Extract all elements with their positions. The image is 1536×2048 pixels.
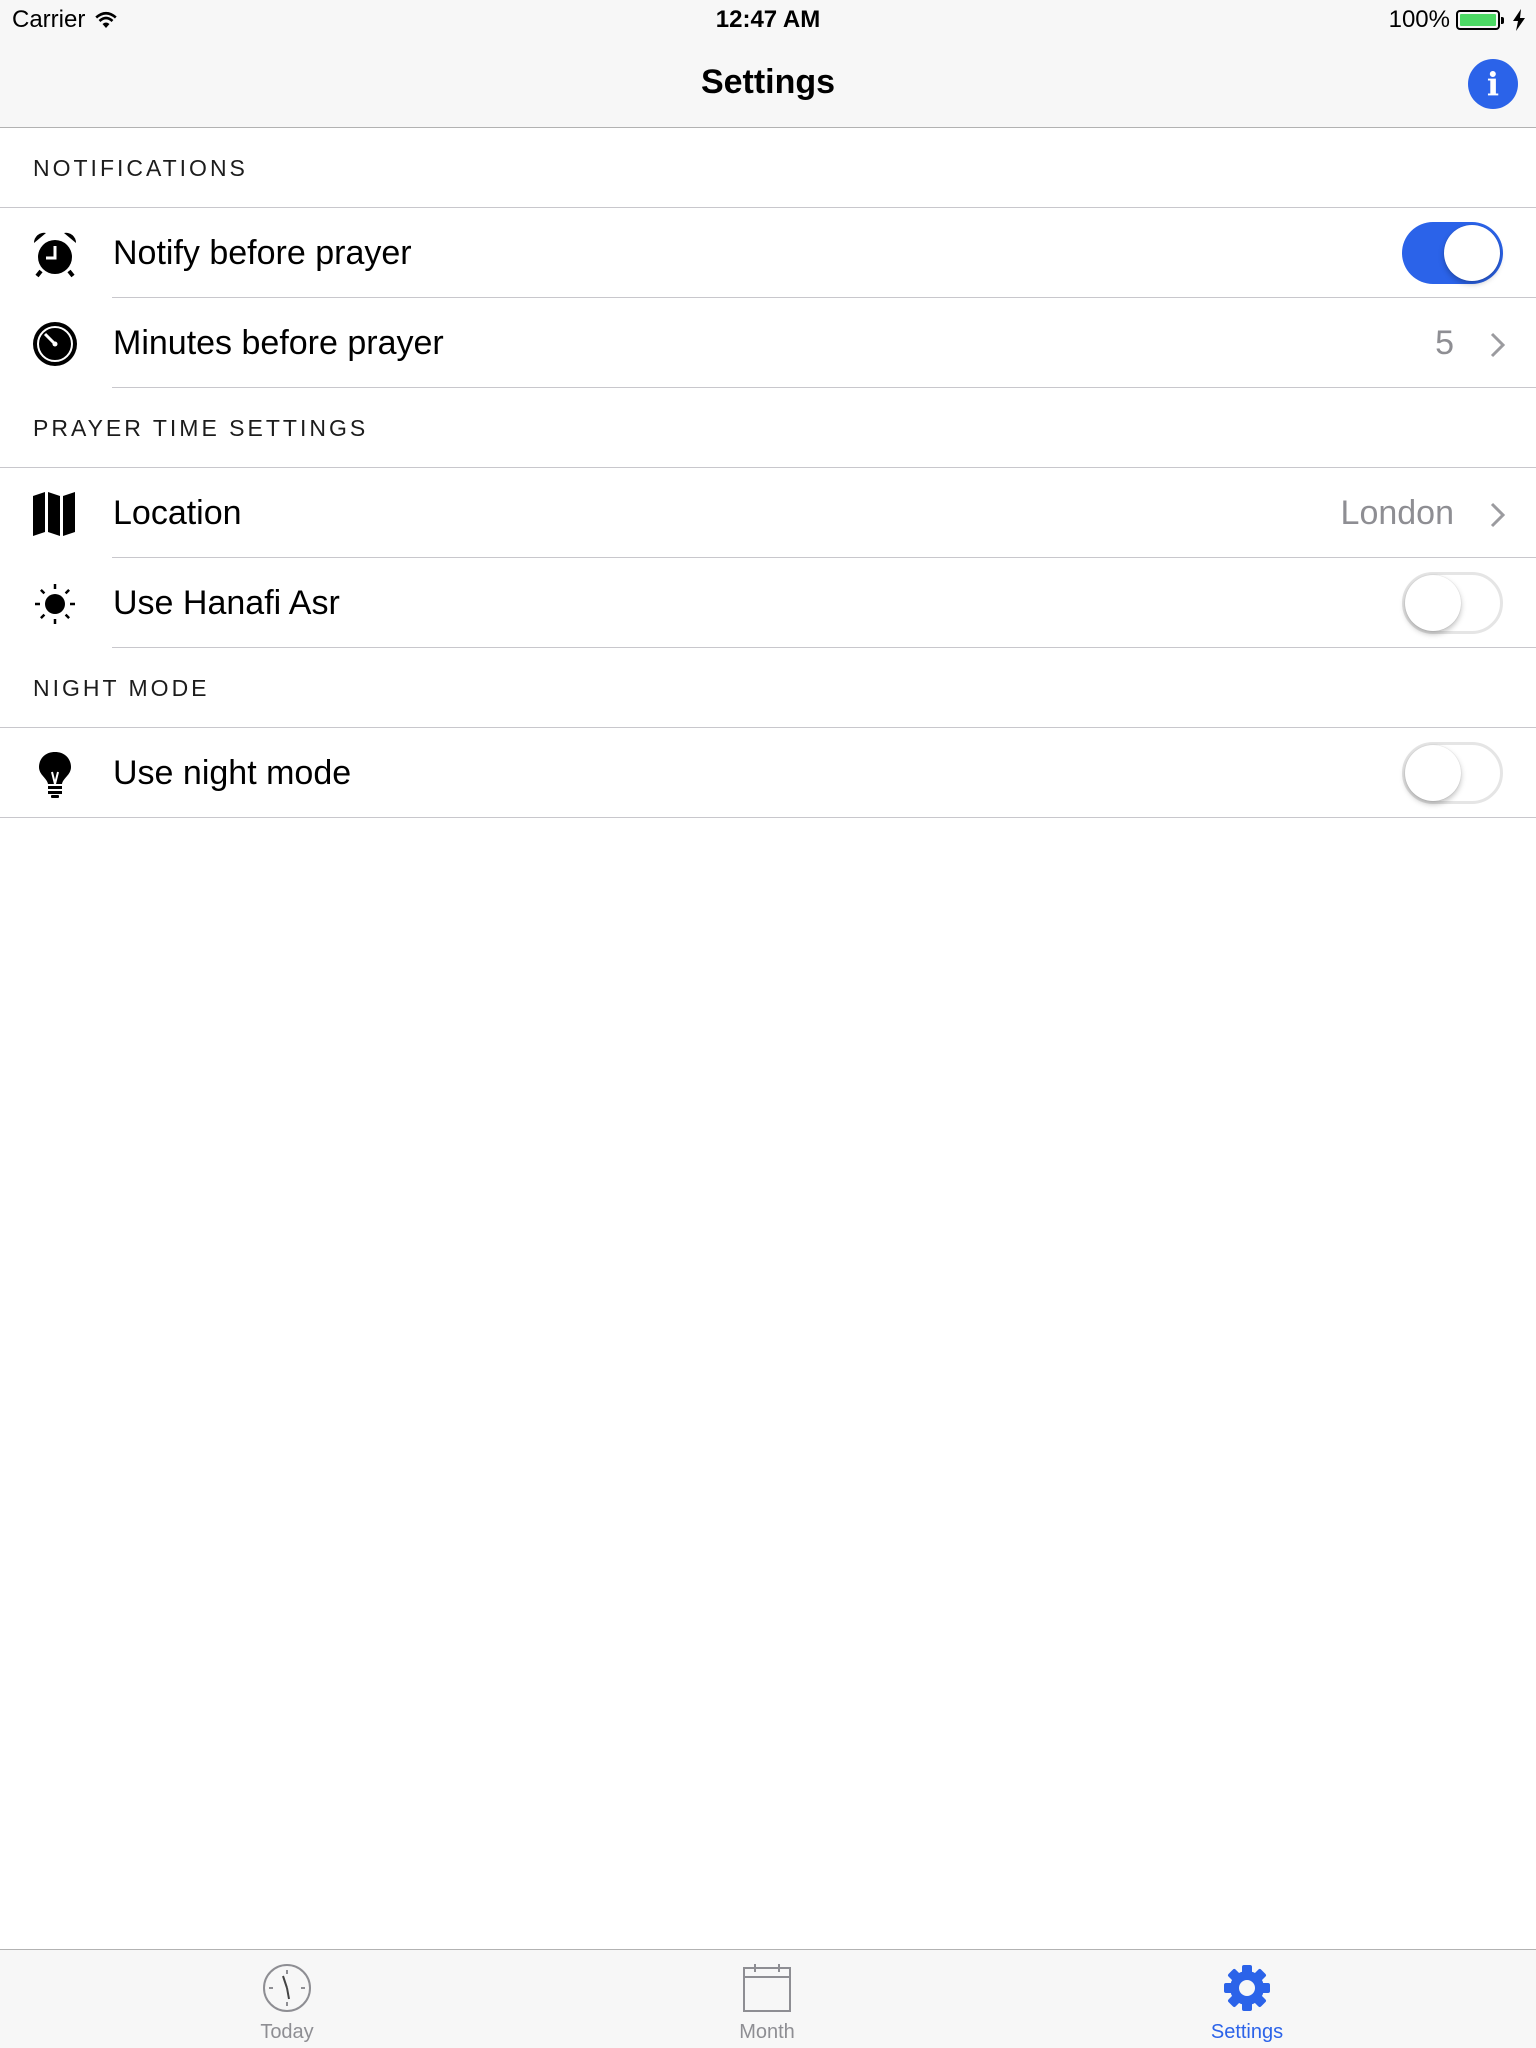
- row-use-night-mode: Use night mode: [0, 728, 1536, 818]
- status-time: 12:47 AM: [715, 6, 821, 33]
- tab-month[interactable]: Month: [667, 1950, 867, 2048]
- info-button[interactable]: i: [1468, 59, 1518, 109]
- navigation-bar: Settings i: [0, 40, 1536, 128]
- battery-percent: 100%: [1388, 6, 1450, 33]
- row-value: 5: [1435, 324, 1454, 362]
- page-title: Settings: [700, 63, 836, 101]
- section-title: NIGHT MODE: [33, 675, 210, 701]
- tab-today[interactable]: Today: [187, 1950, 387, 2048]
- row-minutes-before-prayer[interactable]: Minutes before prayer 5: [0, 298, 1536, 388]
- row-notify-before-prayer: Notify before prayer: [0, 208, 1536, 298]
- tab-bar: Today Month Settings: [0, 1949, 1536, 2048]
- toggle-knob: [1405, 745, 1461, 801]
- notify-before-prayer-toggle[interactable]: [1402, 222, 1503, 284]
- row-value: London: [1340, 494, 1454, 532]
- use-hanafi-asr-toggle[interactable]: [1402, 572, 1503, 634]
- row-label: Use night mode: [113, 754, 352, 792]
- alarm-clock-icon: [33, 232, 77, 278]
- section-header-prayer-time-settings: PRAYER TIME SETTINGS: [0, 388, 1536, 468]
- toggle-knob: [1405, 575, 1461, 631]
- section-title: PRAYER TIME SETTINGS: [33, 415, 369, 441]
- row-label: Use Hanafi Asr: [113, 584, 340, 622]
- row-location[interactable]: Location London: [0, 468, 1536, 558]
- tab-label: Month: [739, 2021, 795, 2043]
- map-icon: [33, 492, 75, 536]
- row-label: Notify before prayer: [113, 234, 412, 272]
- tab-label: Settings: [1210, 2021, 1284, 2043]
- tab-label: Today: [260, 2021, 314, 2043]
- gear-icon: [1224, 1965, 1270, 2011]
- calendar-icon: [743, 1964, 791, 2012]
- lightbulb-icon: [39, 752, 71, 798]
- row-use-hanafi-asr: Use Hanafi Asr: [0, 558, 1536, 648]
- chevron-right-icon: [1490, 502, 1506, 528]
- clock-icon: [263, 1964, 311, 2012]
- battery-icon: [1456, 10, 1504, 30]
- chevron-right-icon: [1490, 332, 1506, 358]
- stopwatch-icon: [33, 322, 77, 366]
- section-header-notifications: NOTIFICATIONS: [0, 128, 1536, 208]
- battery-status: 100%: [1389, 6, 1526, 34]
- toggle-knob: [1444, 225, 1500, 281]
- section-header-night-mode: NIGHT MODE: [0, 648, 1536, 728]
- use-night-mode-toggle[interactable]: [1402, 742, 1503, 804]
- sun-icon: [35, 584, 75, 624]
- section-title: NOTIFICATIONS: [33, 155, 248, 181]
- tab-settings[interactable]: Settings: [1147, 1950, 1347, 2048]
- row-label: Minutes before prayer: [113, 324, 444, 362]
- info-icon: i: [1486, 65, 1500, 103]
- charging-icon: [1513, 9, 1525, 31]
- row-label: Location: [113, 494, 242, 532]
- status-bar: Carrier 12:47 AM 100%: [0, 0, 1536, 40]
